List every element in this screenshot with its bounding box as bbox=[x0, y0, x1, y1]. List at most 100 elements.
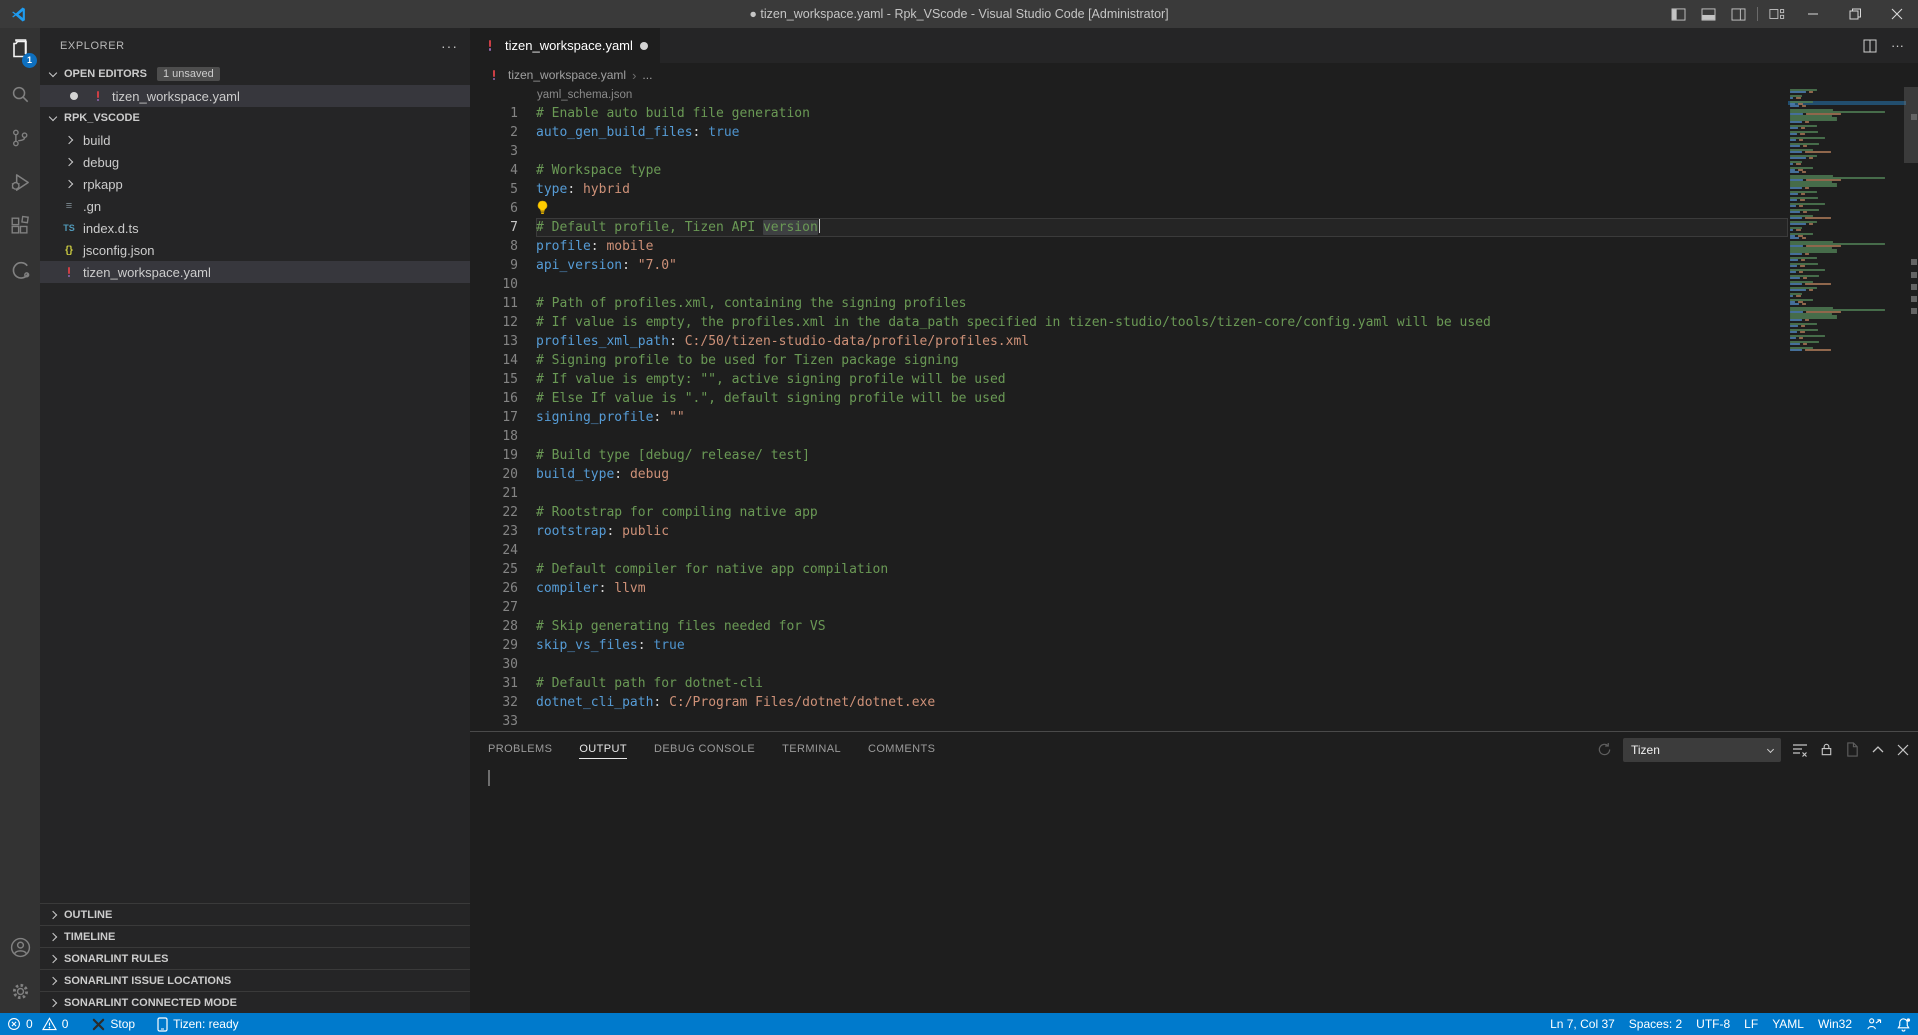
restore-button[interactable] bbox=[1834, 0, 1876, 28]
code-line[interactable]: 9api_version: "7.0" bbox=[470, 256, 1918, 275]
code-line[interactable]: 30 bbox=[470, 655, 1918, 674]
activity-search-icon[interactable] bbox=[0, 72, 40, 116]
code-line[interactable]: 8profile: mobile bbox=[470, 237, 1918, 256]
encoding[interactable]: UTF-8 bbox=[1689, 1013, 1737, 1035]
code-line[interactable]: 14# Signing profile to be used for Tizen… bbox=[470, 351, 1918, 370]
close-window-button[interactable] bbox=[1876, 0, 1918, 28]
tree-item-rpkapp[interactable]: rpkapp bbox=[40, 173, 470, 195]
modified-dot-icon[interactable] bbox=[640, 42, 648, 50]
tizen-stop-button[interactable]: Stop bbox=[85, 1013, 142, 1035]
section-sonarlint-rules[interactable]: SONARLINT RULES bbox=[40, 947, 470, 969]
language-mode[interactable]: YAML bbox=[1765, 1013, 1811, 1035]
code-line[interactable]: 1# Enable auto build file generation bbox=[470, 104, 1918, 123]
workspace-root-header[interactable]: RPK_VSCODE bbox=[40, 107, 470, 129]
code-line[interactable]: 26compiler: llvm bbox=[470, 579, 1918, 598]
toggle-secondary-sidebar-icon[interactable] bbox=[1723, 0, 1753, 28]
panel-tab-debug-console[interactable]: DEBUG CONSOLE bbox=[654, 732, 755, 767]
minimap[interactable] bbox=[1790, 89, 1902, 353]
code-line[interactable]: 17signing_profile: "" bbox=[470, 408, 1918, 427]
panel-tab-terminal[interactable]: TERMINAL bbox=[782, 732, 841, 767]
output-content[interactable] bbox=[470, 767, 1918, 1013]
code-line[interactable]: 4# Workspace type bbox=[470, 161, 1918, 180]
section-timeline[interactable]: TIMELINE bbox=[40, 925, 470, 947]
scrollbar-handle[interactable] bbox=[1904, 87, 1918, 163]
tree-item-build[interactable]: build bbox=[40, 129, 470, 151]
code-line[interactable]: 22# Rootstrap for compiling native app bbox=[470, 503, 1918, 522]
tree-item-jsconfig-json[interactable]: {}jsconfig.json bbox=[40, 239, 470, 261]
code-line[interactable]: 15# If value is empty: "", active signin… bbox=[470, 370, 1918, 389]
maximize-panel-icon[interactable] bbox=[1871, 743, 1885, 757]
customize-layout-icon[interactable] bbox=[1762, 0, 1792, 28]
tizen-ready-status[interactable]: Tizen: ready bbox=[150, 1013, 246, 1035]
sidebar-more-actions-icon[interactable]: ··· bbox=[441, 38, 458, 54]
code-line[interactable]: 7# Default profile, Tizen API version bbox=[470, 218, 1918, 237]
code-line[interactable]: 18 bbox=[470, 427, 1918, 446]
tree-item-index-d-ts[interactable]: TSindex.d.ts bbox=[40, 217, 470, 239]
code-line[interactable]: 21 bbox=[470, 484, 1918, 503]
code-line[interactable]: 3 bbox=[470, 142, 1918, 161]
feedback-icon[interactable] bbox=[1859, 1013, 1889, 1035]
activity-account-icon[interactable] bbox=[0, 925, 40, 969]
section-sonarlint-connected-mode[interactable]: SONARLINT CONNECTED MODE bbox=[40, 991, 470, 1013]
code-line[interactable]: 33 bbox=[470, 712, 1918, 731]
eol[interactable]: LF bbox=[1737, 1013, 1765, 1035]
code-line[interactable]: 29skip_vs_files: true bbox=[470, 636, 1918, 655]
activity-run-debug-icon[interactable] bbox=[0, 160, 40, 204]
code-line[interactable]: 11# Path of profiles.xml, containing the… bbox=[470, 294, 1918, 313]
code-line[interactable]: 12# If value is empty, the profiles.xml … bbox=[470, 313, 1918, 332]
section-outline[interactable]: OUTLINE bbox=[40, 903, 470, 925]
panel-tab-output[interactable]: OUTPUT bbox=[579, 732, 627, 767]
panel-tab-problems[interactable]: PROBLEMS bbox=[488, 732, 552, 767]
code-line[interactable]: 10 bbox=[470, 275, 1918, 294]
code-editor[interactable]: yaml_schema.json 1# Enable auto build fi… bbox=[470, 87, 1918, 731]
activity-settings-icon[interactable] bbox=[0, 969, 40, 1013]
lock-autoscroll-icon[interactable] bbox=[1819, 742, 1834, 757]
code-line[interactable]: 27 bbox=[470, 598, 1918, 617]
split-editor-icon[interactable] bbox=[1863, 39, 1877, 53]
toggle-primary-sidebar-icon[interactable] bbox=[1663, 0, 1693, 28]
activity-extensions-icon[interactable] bbox=[0, 204, 40, 248]
section-sonarlint-issue-locations[interactable]: SONARLINT ISSUE LOCATIONS bbox=[40, 969, 470, 991]
breadcrumb-file[interactable]: tizen_workspace.yaml bbox=[508, 68, 626, 82]
code-line[interactable]: 19# Build type [debug/ release/ test] bbox=[470, 446, 1918, 465]
indentation[interactable]: Spaces: 2 bbox=[1622, 1013, 1689, 1035]
platform[interactable]: Win32 bbox=[1811, 1013, 1859, 1035]
code-line[interactable]: 28# Skip generating files needed for VS bbox=[470, 617, 1918, 636]
output-channel-select[interactable]: Tizen bbox=[1623, 738, 1781, 762]
editor-more-actions-icon[interactable]: ··· bbox=[1891, 38, 1904, 53]
code-line[interactable]: 25# Default compiler for native app comp… bbox=[470, 560, 1918, 579]
tree-item-debug[interactable]: debug bbox=[40, 151, 470, 173]
open-editors-header[interactable]: OPEN EDITORS 1 unsaved bbox=[40, 63, 470, 85]
notifications-bell-icon[interactable] bbox=[1889, 1013, 1918, 1035]
code-line[interactable]: 20build_type: debug bbox=[470, 465, 1918, 484]
refresh-icon[interactable] bbox=[1597, 742, 1612, 757]
cursor-position[interactable]: Ln 7, Col 37 bbox=[1543, 1013, 1622, 1035]
panel-tab-comments[interactable]: COMMENTS bbox=[868, 732, 935, 767]
close-panel-icon[interactable] bbox=[1896, 743, 1910, 757]
tree-item-tizen-workspace-yaml[interactable]: tizen_workspace.yaml bbox=[40, 261, 470, 283]
editor-scrollbar[interactable] bbox=[1904, 87, 1918, 731]
minimize-button[interactable] bbox=[1792, 0, 1834, 28]
code-line[interactable]: 16# Else If value is ".", default signin… bbox=[470, 389, 1918, 408]
code-line[interactable]: 6 bbox=[470, 199, 1918, 218]
code-line[interactable]: 32dotnet_cli_path: C:/Program Files/dotn… bbox=[470, 693, 1918, 712]
tab-tizen-workspace-yaml[interactable]: tizen_workspace.yaml bbox=[470, 28, 660, 63]
code-line[interactable]: 2auto_gen_build_files: true bbox=[470, 123, 1918, 142]
activity-explorer-icon[interactable]: 1 bbox=[0, 28, 40, 72]
clear-output-icon[interactable] bbox=[1792, 742, 1808, 758]
code-line[interactable]: 24 bbox=[470, 541, 1918, 560]
code-line[interactable]: 23rootstrap: public bbox=[470, 522, 1918, 541]
open-output-in-editor-icon[interactable] bbox=[1845, 742, 1860, 757]
code-line[interactable]: 13profiles_xml_path: C:/50/tizen-studio-… bbox=[470, 332, 1918, 351]
code-line[interactable]: 31# Default path for dotnet-cli bbox=[470, 674, 1918, 693]
problems-status[interactable]: 0 0 bbox=[0, 1013, 75, 1035]
code-line[interactable]: 5type: hybrid bbox=[470, 180, 1918, 199]
tree-item--gn[interactable]: ≡.gn bbox=[40, 195, 470, 217]
lightbulb-icon[interactable] bbox=[536, 200, 549, 215]
activity-source-control-icon[interactable] bbox=[0, 116, 40, 160]
activity-sonarlint-icon[interactable] bbox=[0, 248, 40, 292]
breadcrumb-more[interactable]: ... bbox=[642, 68, 652, 82]
yaml-schema-codelens[interactable]: yaml_schema.json bbox=[470, 87, 1918, 104]
toggle-panel-icon[interactable] bbox=[1693, 0, 1723, 28]
open-editor-item[interactable]: tizen_workspace.yaml bbox=[40, 85, 470, 107]
